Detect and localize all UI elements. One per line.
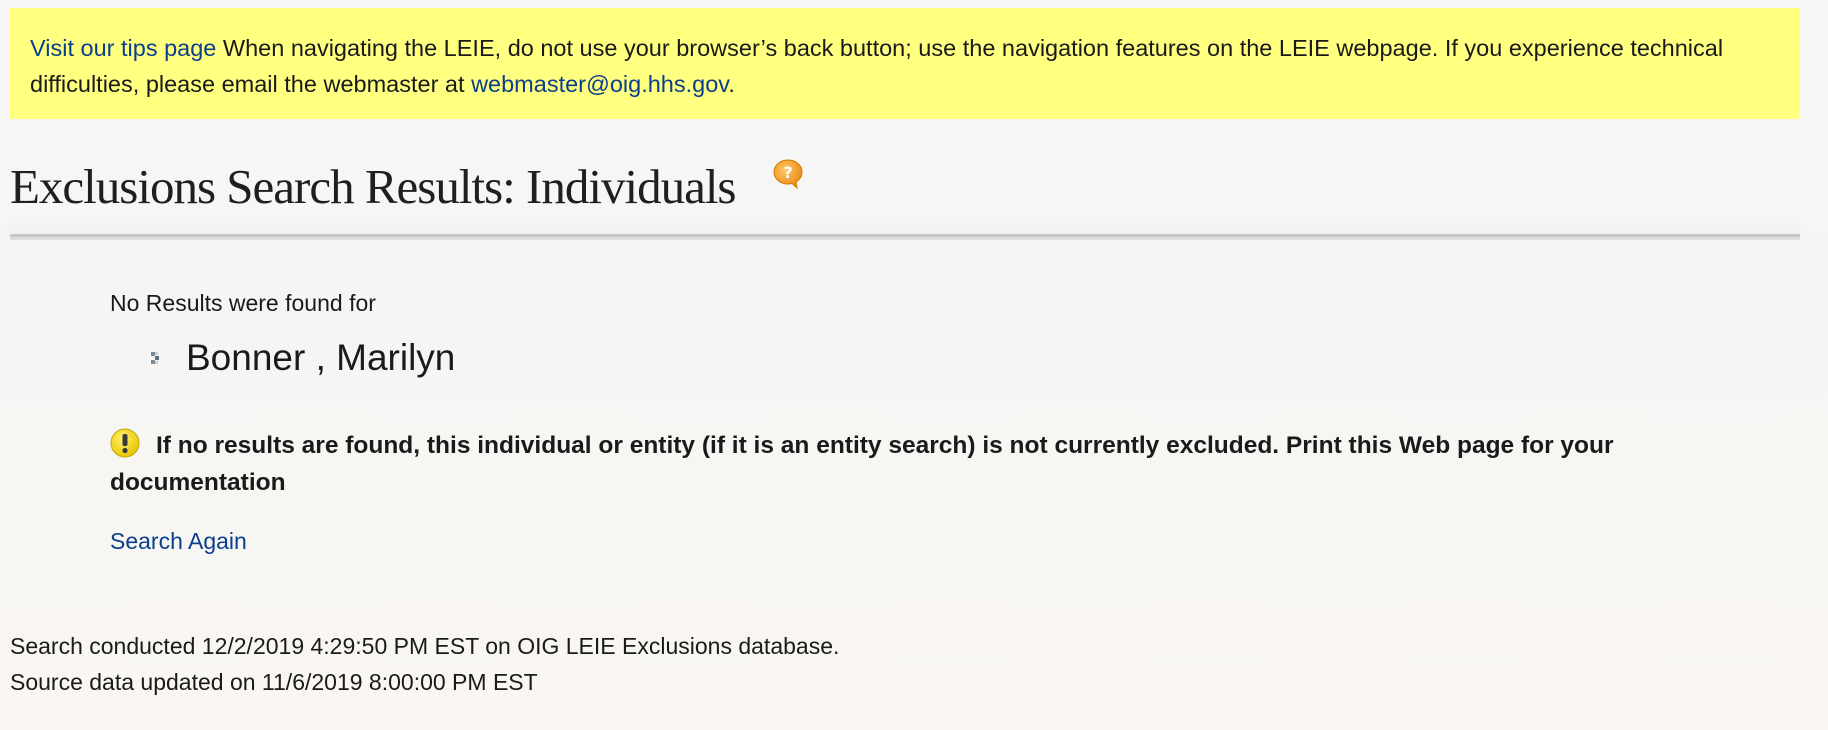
source-updated-text: Source data updated on 11/6/2019 8:00:00… — [10, 669, 538, 695]
searched-name: Bonner , Marilyn — [186, 337, 456, 378]
tips-page-link[interactable]: Visit our tips page — [30, 35, 216, 61]
question-bubble-icon[interactable]: ? — [772, 158, 804, 190]
title-divider — [10, 234, 1800, 240]
notice-text: When navigating the LEIE, do not use you… — [30, 35, 1724, 97]
exclamation-icon — [110, 428, 140, 458]
notice-banner: Visit our tips page When navigating the … — [10, 8, 1800, 119]
search-conducted-text: Search conducted 12/2/2019 4:29:50 PM ES… — [10, 633, 840, 659]
searched-name-item: Bonner , Marilyn — [150, 336, 455, 380]
warning-message: If no results are found, this individual… — [110, 427, 1750, 501]
notice-end: . — [728, 71, 735, 97]
page-title: Exclusions Search Results: Individuals — [10, 159, 736, 214]
svg-text:?: ? — [783, 163, 792, 182]
search-again-link[interactable]: Search Again — [110, 526, 247, 556]
footer-info: Search conducted 12/2/2019 4:29:50 PM ES… — [10, 628, 839, 700]
no-results-label: No Results were found for — [110, 290, 376, 316]
webmaster-email-link[interactable]: webmaster@oig.hhs.gov — [471, 71, 728, 97]
arrow-bullet-icon — [150, 351, 164, 365]
warning-text: If no results are found, this individual… — [110, 432, 1614, 496]
